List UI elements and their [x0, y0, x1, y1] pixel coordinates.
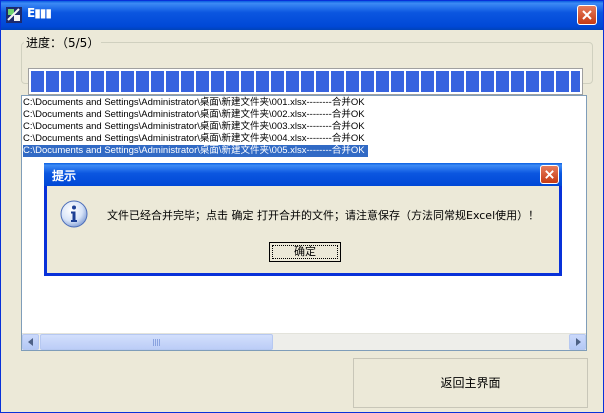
dialog-title: 提示 — [52, 169, 77, 183]
ok-button[interactable]: 确定 — [269, 242, 341, 262]
window-title: E▮▮▮ — [27, 6, 52, 20]
log-line[interactable]: C:\Documents and Settings\Administrator\… — [23, 121, 368, 133]
progress-group: 进度：（5/5） — [21, 34, 593, 95]
progress-label: 进度：（5/5） — [26, 36, 100, 50]
log-line[interactable]: C:\Documents and Settings\Administrator\… — [23, 145, 368, 157]
scroll-left-button[interactable] — [22, 334, 39, 350]
message-dialog: 提示 文件已经合并完毕；点击 确定 打开合并的文件；请注意保存（方法同常规Exc… — [44, 163, 562, 276]
window-close-button[interactable] — [577, 5, 597, 25]
info-icon — [60, 200, 88, 228]
arrow-right-icon — [576, 338, 581, 346]
close-icon — [582, 10, 592, 20]
ok-button-label: 确定 — [294, 245, 316, 258]
scroll-right-button[interactable] — [569, 334, 586, 350]
main-window: E▮▮▮ 进度：（5/5） C:\Documents and Settings\… — [0, 0, 604, 413]
dialog-message: 文件已经合并完毕；点击 确定 打开合并的文件；请注意保存（方法同常规Excel使… — [107, 209, 540, 222]
log-line[interactable]: C:\Documents and Settings\Administrator\… — [23, 109, 368, 121]
close-icon — [545, 170, 554, 179]
log-line[interactable]: C:\Documents and Settings\Administrator\… — [23, 97, 368, 109]
progress-fill — [31, 71, 580, 92]
horizontal-scrollbar[interactable] — [22, 333, 586, 350]
scroll-thumb[interactable] — [40, 334, 273, 350]
title-bar[interactable]: E▮▮▮ — [1, 1, 603, 30]
arrow-left-icon — [28, 338, 33, 346]
grip-icon — [153, 339, 161, 346]
dialog-title-bar[interactable]: 提示 — [44, 163, 562, 186]
app-icon — [6, 7, 22, 23]
dialog-close-button[interactable] — [540, 165, 559, 184]
progress-bar — [28, 68, 583, 95]
log-line[interactable]: C:\Documents and Settings\Administrator\… — [23, 133, 368, 145]
return-main-button[interactable]: 返回主界面 — [353, 358, 588, 408]
